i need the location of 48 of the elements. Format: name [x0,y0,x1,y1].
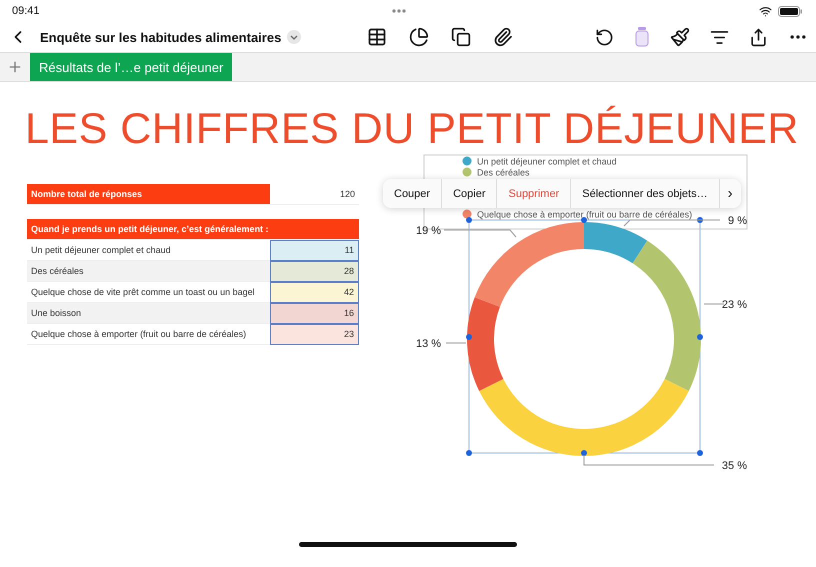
add-sheet-icon[interactable] [7,59,23,75]
table-cell: 23 [270,324,359,345]
table-header-cell: Quand je prends un petit déjeuner, c’est généralement : [27,218,359,240]
table-cell: Quelque chose à emporter (fruit ou barre de céréales) [27,324,270,345]
selection-handle[interactable] [697,450,703,456]
menu-item[interactable]: Copier [442,179,498,208]
paintbrush-icon[interactable] [670,27,690,47]
menu-item[interactable]: Supprimer [497,179,572,208]
legend-label: Quelque chose à emporter (fruit ou barre de céréales) [477,209,692,220]
menu-item[interactable]: Sélectionner des objets… [571,179,720,208]
table-cell: 42 [270,282,359,303]
table-cell: Des céréales [27,260,270,282]
menu-item[interactable]: Couper [383,179,442,208]
table-cell: Une boisson [27,302,270,324]
selection-handle[interactable] [697,216,703,223]
table-header-cell: Nombre total de réponses [27,184,270,205]
slide-title: LES CHIFFRES DU PETIT DÉJEUNER [25,104,799,155]
selection-handle[interactable] [581,450,587,456]
table-icon[interactable] [366,27,387,47]
legend-label: Des céréales [477,167,530,178]
data-label: 23 % [722,298,747,311]
menu-item[interactable]: › [720,179,741,208]
share-icon[interactable] [749,28,768,46]
status-time: 09:41 [12,5,40,17]
data-label: 35 % [722,460,747,472]
chevron-down-icon[interactable] [287,30,302,44]
battery-icon [778,6,802,16]
data-label: 13 % [416,338,442,350]
table-cell: Quelque chose de vite prêt comme un toast ou un bagel [27,282,270,303]
wifi-icon [759,4,772,18]
table-cell: 16 [270,302,359,324]
leader-line [446,342,466,344]
legend-label: Un petit déjeuner complet et chaud [477,156,617,166]
leader-line [704,303,724,304]
more-dots-icon [392,9,406,13]
selection-handle[interactable] [466,216,472,223]
data-label: 9 % [728,214,747,227]
paperclip-icon[interactable] [492,27,513,47]
table-cell: 28 [270,260,359,282]
data-label: 19 % [416,224,442,237]
undo-icon[interactable] [595,28,614,46]
selection-handle[interactable] [697,334,703,340]
selection-handle[interactable] [466,450,472,456]
table-cell: Un petit déjeuner complet et chaud [27,240,270,261]
document-title[interactable]: Enquête sur les habitudes alimentaires [40,30,282,44]
pie-chart-icon[interactable] [408,27,429,47]
selection-handle[interactable] [466,334,472,340]
table-cell: 11 [270,240,359,261]
